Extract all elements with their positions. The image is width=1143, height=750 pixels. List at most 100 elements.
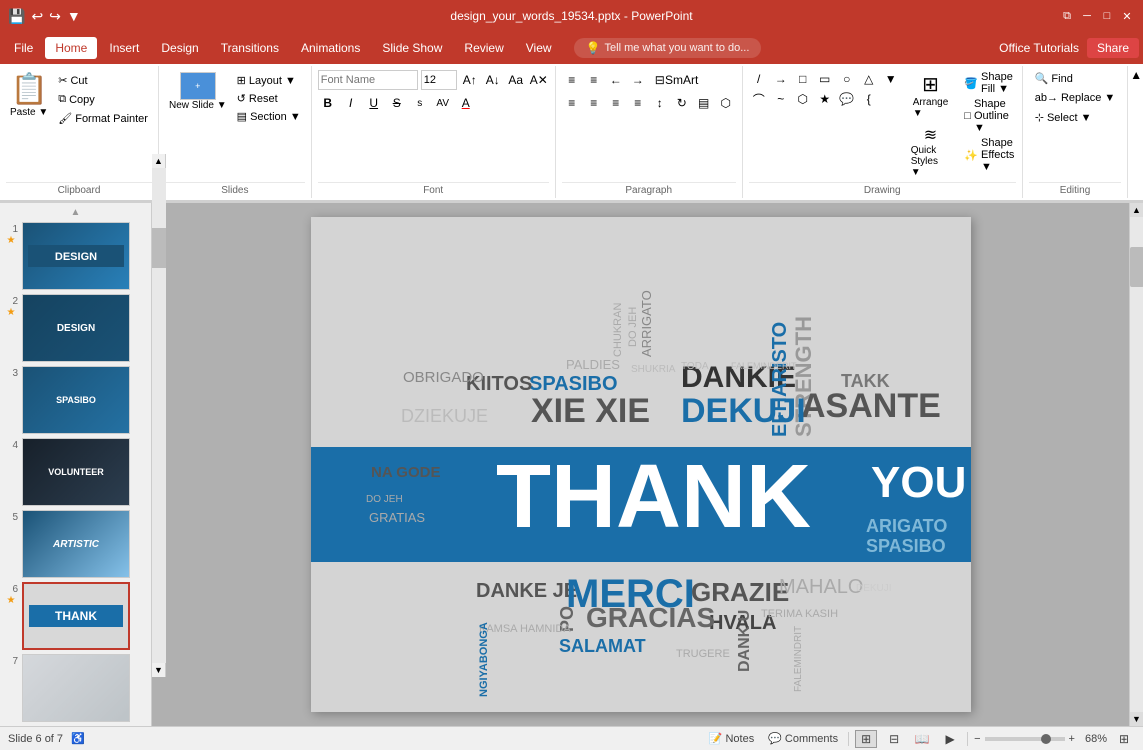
- menu-design[interactable]: Design: [151, 37, 208, 59]
- save-button[interactable]: 💾: [8, 8, 25, 25]
- maximize-button[interactable]: □: [1099, 8, 1115, 24]
- slide-thumb-7[interactable]: 7 ★: [4, 654, 147, 722]
- slide-panel-scroll-up[interactable]: ▲: [4, 207, 147, 218]
- font-size-decrease-button[interactable]: A↓: [483, 70, 503, 90]
- quick-styles-button[interactable]: ≋ Quick Styles ▼: [907, 123, 955, 180]
- slideshow-button[interactable]: ▶: [939, 730, 961, 748]
- slide-thumb-img-6[interactable]: THANK: [22, 582, 130, 650]
- right-scrollbar[interactable]: ▲ ▼: [1129, 203, 1143, 726]
- shape-rounded-rect[interactable]: ▭: [815, 70, 835, 88]
- restore-button[interactable]: ⧉: [1059, 8, 1075, 24]
- menu-transitions[interactable]: Transitions: [211, 37, 289, 59]
- shape-outline-button[interactable]: □ Shape Outline ▼: [960, 97, 1018, 135]
- customize-qa-button[interactable]: ▼: [67, 8, 81, 24]
- bold-button[interactable]: B: [318, 93, 338, 113]
- menu-animations[interactable]: Animations: [291, 37, 370, 59]
- font-color-button[interactable]: A: [456, 93, 476, 113]
- left-scrollbar[interactable]: ▲ ▼: [152, 203, 166, 677]
- slide-thumb-6[interactable]: 6 ★ THANK: [4, 582, 147, 650]
- slide-thumb-1[interactable]: 1 ★ DESIGN: [4, 222, 147, 290]
- shape-rect[interactable]: □: [793, 70, 813, 88]
- zoom-slider[interactable]: [985, 737, 1065, 741]
- slide-thumb-img-7[interactable]: [22, 654, 130, 722]
- shape-curve[interactable]: ~: [771, 90, 791, 108]
- zoom-slider-thumb[interactable]: [1041, 734, 1051, 744]
- font-case-button[interactable]: Aa: [506, 70, 526, 90]
- menu-slideshow[interactable]: Slide Show: [372, 37, 452, 59]
- comments-button[interactable]: 💬 Comments: [764, 730, 842, 747]
- layout-button[interactable]: ⊞ Layout ▼: [233, 72, 305, 89]
- shape-star[interactable]: ★: [815, 90, 835, 108]
- format-painter-button[interactable]: 🖌 Format Painter: [54, 110, 152, 127]
- paste-button[interactable]: 📋 Paste ▼: [6, 70, 52, 120]
- shape-callout[interactable]: 💬: [837, 90, 857, 108]
- undo-button[interactable]: ↩: [31, 8, 43, 25]
- strikethrough-button[interactable]: S: [387, 93, 407, 113]
- select-button[interactable]: ⊹ Select ▼: [1029, 109, 1098, 126]
- replace-button[interactable]: ab→ Replace ▼: [1029, 90, 1122, 106]
- slide-thumb-img-5[interactable]: ARTISTIC: [22, 510, 130, 578]
- shape-polygon[interactable]: ⬡: [793, 90, 813, 108]
- shape-ellipse[interactable]: ○: [837, 70, 857, 88]
- slide-thumb-3[interactable]: 3 ★ SPASIBO: [4, 366, 147, 434]
- zoom-in-button[interactable]: +: [1069, 733, 1075, 745]
- cut-button[interactable]: ✂ Cut: [54, 72, 152, 89]
- bullet-list-button[interactable]: ≡: [562, 70, 582, 90]
- reading-view-button[interactable]: 📖: [911, 730, 933, 748]
- slide-thumb-img-3[interactable]: SPASIBO: [22, 366, 130, 434]
- shape-custom[interactable]: {: [859, 90, 879, 108]
- section-button[interactable]: ▤ Section ▼: [233, 108, 305, 125]
- text-direction-button[interactable]: ↻: [672, 93, 692, 113]
- close-button[interactable]: ✕: [1119, 8, 1135, 24]
- canvas-area[interactable]: ▲ ▼ THANK YOU ARIGATO SPASIBO DANKIE: [152, 203, 1129, 726]
- collapse-ribbon-button[interactable]: ▲: [1128, 66, 1143, 198]
- notes-button[interactable]: 📝 Notes: [705, 730, 758, 747]
- redo-button[interactable]: ↪: [49, 8, 61, 25]
- find-button[interactable]: 🔍 Find: [1029, 70, 1079, 87]
- menu-home[interactable]: Home: [45, 37, 97, 59]
- align-left-button[interactable]: ≡: [562, 93, 582, 113]
- scroll-thumb-right[interactable]: [1130, 247, 1143, 287]
- smart-art-button[interactable]: SmArt: [672, 70, 692, 90]
- shape-fill-button[interactable]: 🪣 Shape Fill ▼: [960, 70, 1018, 96]
- convert-smartart-button[interactable]: ⬡: [716, 93, 736, 113]
- scroll-thumb-left[interactable]: [152, 228, 166, 268]
- normal-view-button[interactable]: ⊞: [855, 730, 877, 748]
- shadow-button[interactable]: s: [410, 93, 430, 113]
- slide-canvas[interactable]: THANK YOU ARIGATO SPASIBO DANKIE ARRIGAT…: [311, 217, 971, 712]
- slide-thumb-2[interactable]: 2 ★ DESIGN: [4, 294, 147, 362]
- shape-triangle[interactable]: △: [859, 70, 879, 88]
- align-right-button[interactable]: ≡: [606, 93, 626, 113]
- menu-insert[interactable]: Insert: [99, 37, 149, 59]
- underline-button[interactable]: U: [364, 93, 384, 113]
- line-spacing-button[interactable]: ↕: [650, 93, 670, 113]
- slide-thumb-4[interactable]: 4 ★ VOLUNTEER: [4, 438, 147, 506]
- minimize-button[interactable]: ─: [1079, 8, 1095, 24]
- slide-sorter-button[interactable]: ⊟: [883, 730, 905, 748]
- slide-thumb-img-4[interactable]: VOLUNTEER: [22, 438, 130, 506]
- decrease-indent-button[interactable]: ←: [606, 70, 626, 90]
- tell-me-input[interactable]: 💡 Tell me what you want to do...: [574, 38, 762, 58]
- italic-button[interactable]: I: [341, 93, 361, 113]
- align-text-button[interactable]: ▤: [694, 93, 714, 113]
- character-spacing-button[interactable]: AV: [433, 93, 453, 113]
- numbered-list-button[interactable]: ≡: [584, 70, 604, 90]
- clear-formatting-button[interactable]: A✕: [529, 70, 549, 90]
- font-size-input[interactable]: [421, 70, 457, 90]
- new-slide-button[interactable]: + New Slide ▼: [165, 70, 231, 113]
- scroll-down-btn[interactable]: ▼: [152, 663, 165, 677]
- shape-arc[interactable]: ⌒: [749, 90, 769, 108]
- office-tutorials-link[interactable]: Office Tutorials: [999, 41, 1079, 55]
- copy-button[interactable]: ⧉ Copy: [54, 91, 152, 108]
- menu-review[interactable]: Review: [454, 37, 513, 59]
- shape-arrow[interactable]: →: [771, 70, 791, 88]
- slide-thumb-5[interactable]: 5 ★ ARTISTIC: [4, 510, 147, 578]
- slide-thumb-img-1[interactable]: DESIGN: [22, 222, 130, 290]
- scroll-down-right-button[interactable]: ▼: [1130, 712, 1143, 726]
- shape-effects-button[interactable]: ✨ Shape Effects ▼: [960, 136, 1018, 174]
- scroll-up-right-button[interactable]: ▲: [1130, 203, 1143, 217]
- shape-line[interactable]: /: [749, 70, 769, 88]
- menu-view[interactable]: View: [516, 37, 562, 59]
- font-name-input[interactable]: [318, 70, 418, 90]
- zoom-out-button[interactable]: −: [974, 733, 980, 745]
